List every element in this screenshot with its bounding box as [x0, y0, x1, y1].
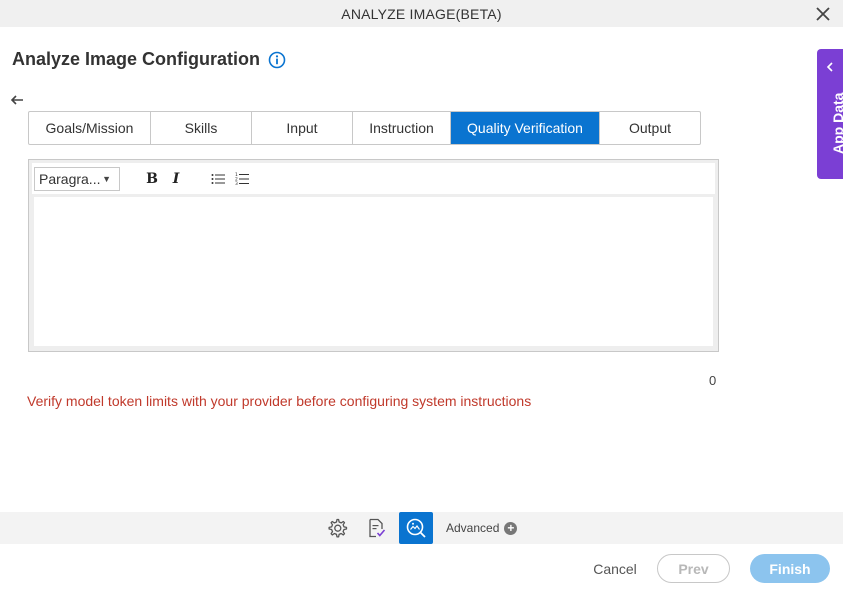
document-check-icon[interactable] [359, 512, 393, 544]
character-count: 0 [709, 373, 717, 388]
tab-goals-mission[interactable]: Goals/Mission [29, 112, 151, 144]
arrow-left-icon[interactable] [9, 92, 25, 108]
prev-button[interactable]: Prev [657, 554, 730, 583]
config-tabs: Goals/Mission Skills Input Instruction Q… [28, 111, 701, 145]
tab-quality-verification[interactable]: Quality Verification [451, 112, 600, 144]
window-title: ANALYZE IMAGE(BETA) [341, 5, 502, 22]
bottom-toolbar: Advanced + [0, 512, 843, 544]
svg-text:3: 3 [235, 181, 238, 186]
app-data-panel-toggle[interactable]: App Data [817, 49, 843, 179]
paragraph-format-value: Paragra... [39, 170, 101, 187]
info-icon[interactable] [268, 51, 286, 69]
rich-text-editor: Paragra... ▼ B I 1 2 3 [28, 159, 719, 352]
tab-skills[interactable]: Skills [151, 112, 252, 144]
page-header: Analyze Image Configuration [12, 49, 286, 70]
app-data-label: App Data [830, 92, 843, 154]
italic-button[interactable]: I [166, 169, 186, 189]
caret-down-icon: ▼ [102, 173, 111, 184]
settings-icon[interactable] [320, 512, 354, 544]
close-icon[interactable] [813, 4, 833, 24]
image-search-icon[interactable] [399, 512, 433, 544]
finish-button[interactable]: Finish [750, 554, 830, 583]
editor-toolbar: Paragra... ▼ B I 1 2 3 [32, 163, 715, 194]
bold-button[interactable]: B [142, 169, 162, 189]
editor-content-area[interactable] [34, 197, 713, 346]
tab-instruction[interactable]: Instruction [353, 112, 451, 144]
page-title: Analyze Image Configuration [12, 49, 261, 69]
bulleted-list-icon[interactable] [208, 169, 228, 189]
advanced-toggle[interactable]: Advanced + [446, 521, 518, 535]
window-titlebar: ANALYZE IMAGE(BETA) [0, 0, 843, 27]
token-limit-warning: Verify model token limits with your prov… [27, 393, 532, 409]
advanced-label: Advanced [446, 521, 500, 535]
tab-input[interactable]: Input [252, 112, 353, 144]
plus-circle-icon: + [504, 521, 518, 535]
cancel-button[interactable]: Cancel [583, 558, 647, 580]
paragraph-format-select[interactable]: Paragra... ▼ [34, 166, 120, 191]
numbered-list-icon[interactable]: 1 2 3 [232, 169, 252, 189]
tab-output[interactable]: Output [600, 112, 700, 144]
chevron-left-icon [825, 59, 835, 72]
